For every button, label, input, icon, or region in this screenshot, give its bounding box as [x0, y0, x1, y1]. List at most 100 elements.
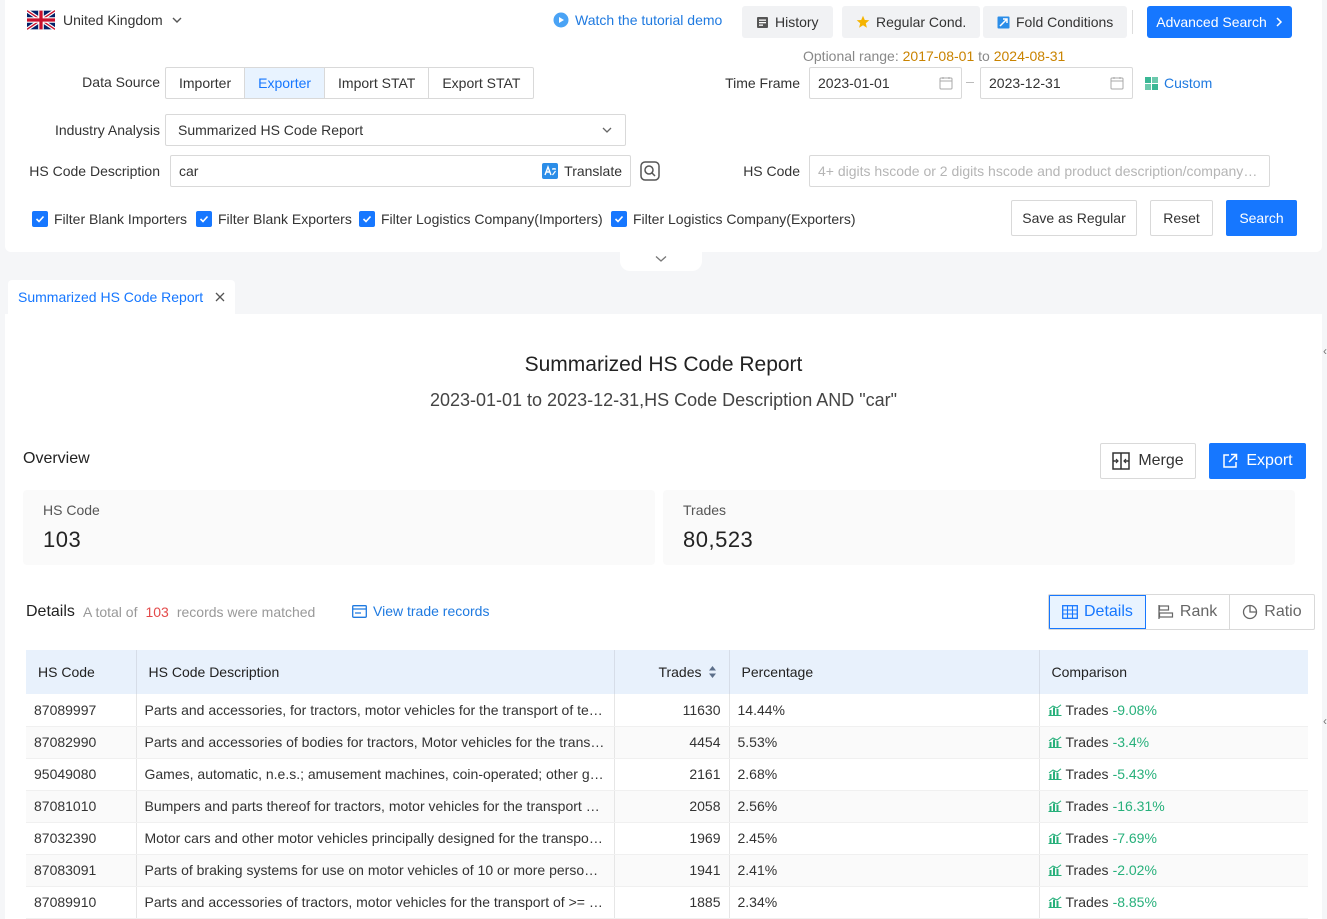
- industry-analysis-select[interactable]: Summarized HS Code Report: [165, 114, 626, 146]
- filter-blank-exporters-checkbox[interactable]: Filter Blank Exporters: [196, 211, 352, 227]
- side-collapse-icon[interactable]: ‹: [1323, 714, 1327, 728]
- comparison-label: Trades: [1065, 894, 1109, 910]
- tutorial-link[interactable]: Watch the tutorial demo: [553, 12, 722, 28]
- country-selector[interactable]: United Kingdom: [27, 10, 183, 30]
- export-button[interactable]: Export: [1209, 443, 1306, 479]
- end-date-input[interactable]: 2023-12-31: [980, 67, 1133, 99]
- comparison-cell[interactable]: Trades -3.4%: [1039, 726, 1308, 759]
- translate-button[interactable]: Translate: [542, 163, 622, 179]
- data-source-option-import-stat[interactable]: Import STAT: [325, 68, 430, 98]
- hs-code-cell: 87032390: [26, 822, 137, 855]
- history-icon: [757, 16, 768, 28]
- time-frame-label: Time Frame: [725, 75, 800, 91]
- history-label: History: [775, 14, 819, 30]
- translate-icon: [542, 163, 559, 179]
- hs-code-cell: 95049080: [26, 758, 137, 791]
- bar-chart-icon: [1048, 736, 1061, 748]
- filter-blank-importers-checkbox[interactable]: Filter Blank Importers: [32, 211, 187, 227]
- comparison-label: Trades: [1065, 766, 1109, 782]
- comparison-percent: -5.43%: [1112, 766, 1157, 782]
- history-button[interactable]: History: [742, 6, 833, 38]
- ratio-view-button[interactable]: Ratio: [1230, 595, 1313, 629]
- save-as-regular-button[interactable]: Save as Regular: [1011, 200, 1137, 236]
- table-row[interactable]: 87083091 Parts of braking systems for use…: [26, 854, 1308, 887]
- table-row[interactable]: 87081010 Bumpers and parts thereof for tr…: [26, 790, 1308, 823]
- custom-range-button[interactable]: Custom: [1145, 75, 1212, 91]
- comparison-label: Trades: [1065, 701, 1109, 718]
- comparison-percent: -3.4%: [1112, 734, 1150, 750]
- regular-cond-button[interactable]: Regular Cond.: [842, 6, 981, 38]
- column-header-comparison[interactable]: Comparison: [1039, 650, 1308, 694]
- pie-chart-icon: [1243, 604, 1258, 620]
- trades-cell: 2058: [614, 790, 730, 823]
- trades-cell: 2161: [614, 758, 730, 791]
- advanced-search-button[interactable]: Advanced Search: [1147, 6, 1292, 38]
- column-header-description[interactable]: HS Code Description: [136, 650, 615, 694]
- filter-logistics-importers-checkbox[interactable]: Filter Logistics Company(Importers): [359, 211, 603, 227]
- comparison-cell[interactable]: Trades -8.85%: [1039, 886, 1308, 919]
- matched-count-text: A total of 103 records were matched: [83, 604, 315, 620]
- tab-summarized-hs-code-report[interactable]: Summarized HS Code Report: [8, 280, 236, 314]
- percentage-cell: 5.53%: [729, 726, 1040, 759]
- ratio-view-label: Ratio: [1264, 603, 1302, 620]
- view-trade-records-link[interactable]: View trade records: [352, 603, 489, 619]
- comparison-cell[interactable]: Trades -5.43%: [1039, 758, 1308, 791]
- fold-conditions-button[interactable]: Fold Conditions: [983, 6, 1128, 38]
- details-heading: Details: [26, 603, 75, 620]
- records-icon: [352, 604, 367, 618]
- comparison-percent: -8.85%: [1112, 894, 1157, 910]
- rank-view-button[interactable]: Rank: [1146, 595, 1231, 629]
- card-value: 103: [43, 527, 82, 552]
- merge-button[interactable]: Merge: [1100, 443, 1196, 479]
- sort-icon[interactable]: [708, 665, 717, 679]
- details-view-button[interactable]: Details: [1049, 595, 1146, 629]
- checkbox-checked-icon: [196, 211, 212, 227]
- tutorial-label: Watch the tutorial demo: [575, 12, 723, 28]
- close-icon[interactable]: [215, 292, 225, 302]
- regular-cond-label: Regular Cond.: [876, 14, 967, 30]
- overview-heading: Overview: [23, 450, 90, 467]
- hs-code-label: HS Code: [743, 163, 800, 179]
- table-row[interactable]: 87082990 Parts and accessories of bodies …: [26, 726, 1308, 759]
- column-header-percentage[interactable]: Percentage: [729, 650, 1040, 694]
- filter-logistics-exporters-checkbox[interactable]: Filter Logistics Company(Exporters): [611, 211, 856, 227]
- fold-icon: [997, 16, 1010, 28]
- description-cell: Games, automatic, n.e.s.; amusement mach…: [136, 758, 615, 791]
- column-header-hs-code[interactable]: HS Code: [26, 650, 137, 694]
- search-settings-icon[interactable]: [640, 161, 660, 181]
- chevron-down-icon: [172, 17, 182, 23]
- data-source-option-importer[interactable]: Importer: [166, 68, 246, 98]
- start-date-input[interactable]: 2023-01-01: [809, 67, 962, 99]
- hs-desc-input[interactable]: car Translate: [170, 155, 631, 187]
- divider: [1132, 10, 1133, 34]
- collapse-toggle[interactable]: [620, 247, 702, 271]
- column-header-trades[interactable]: Trades: [614, 650, 730, 694]
- date-separator: [966, 82, 974, 83]
- table-row[interactable]: 87089910 Parts and accessories of tractor…: [26, 886, 1308, 919]
- hs-code-placeholder: 4+ digits hscode or 2 digits hscode and …: [818, 163, 1261, 179]
- comparison-cell[interactable]: Trades -7.69%: [1039, 822, 1308, 855]
- industry-analysis-label: Industry Analysis: [54, 122, 160, 138]
- table-row[interactable]: 87032390 Motor cars and other motor vehic…: [26, 822, 1308, 855]
- data-source-option-export-stat[interactable]: Export STAT: [429, 68, 533, 98]
- table-row[interactable]: 87089997 Parts and accessories, for tract…: [26, 694, 1308, 727]
- calendar-icon: [939, 77, 953, 90]
- bar-chart-icon: [1048, 768, 1061, 780]
- comparison-cell[interactable]: Trades -2.02%: [1039, 854, 1308, 887]
- view-trade-records-label: View trade records: [373, 603, 490, 619]
- grid-icon: [1145, 76, 1158, 90]
- percentage-cell: 14.44%: [729, 694, 1040, 727]
- reset-button[interactable]: Reset: [1150, 200, 1213, 236]
- chevron-down-icon: [655, 256, 667, 262]
- table-row[interactable]: 95049080 Games, automatic, n.e.s.; amusem…: [26, 758, 1308, 791]
- hs-code-input[interactable]: 4+ digits hscode or 2 digits hscode and …: [809, 155, 1270, 187]
- data-source-option-exporter[interactable]: Exporter: [245, 68, 326, 98]
- comparison-cell[interactable]: Trades -9.08%: [1039, 694, 1308, 727]
- comparison-cell[interactable]: Trades -16.31%: [1039, 790, 1308, 823]
- search-button[interactable]: Search: [1226, 200, 1297, 236]
- card-label: HS Code: [43, 502, 100, 518]
- filter-label: Filter Logistics Company(Exporters): [633, 211, 856, 227]
- industry-analysis-value: Summarized HS Code Report: [178, 122, 364, 138]
- table-header-row: HS Code HS Code Description Trades Perce…: [26, 650, 1308, 694]
- description-cell: Parts of braking systems for use on moto…: [136, 854, 615, 887]
